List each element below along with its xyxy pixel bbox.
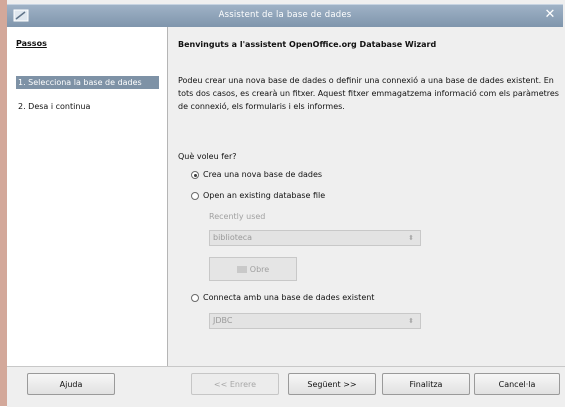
combo-arrows-icon: ⬍ [408,234,414,242]
steps-heading: Passos [16,39,47,48]
combo-arrows-icon: ⬍ [408,317,414,325]
page-title: Benvinguts a l'assistent OpenOffice.org … [178,40,437,49]
intro-text: Podeu crear una nova base de dades o def… [178,76,559,111]
cancel-button[interactable]: Cancel·la [474,373,560,395]
background-strip [0,0,7,406]
title-bar[interactable]: Assistent de la base de dades ✕ [7,4,563,28]
wizard-dialog: Assistent de la base de dades ✕ Passos 1… [7,0,565,407]
option-create-new-label: Crea una nova base de dades [203,170,323,179]
recent-files-value: biblioteca [213,233,253,242]
back-button-label: << Enrere [213,379,257,389]
recent-files-combo[interactable]: biblioteca ⬍ [209,230,421,246]
folder-open-icon [236,265,247,273]
help-button-label: Ajuda [59,379,83,389]
content-panel: Benvinguts a l'assistent OpenOffice.org … [168,27,565,366]
help-button[interactable]: Ajuda [27,373,115,395]
connection-type-value: JDBC [213,316,233,325]
option-open-existing[interactable]: Open an existing database file [191,190,325,202]
radio-open-existing[interactable] [191,192,199,200]
button-bar: Ajuda << Enrere Següent >> Finalitza Can… [7,366,565,407]
recently-used-label: Recently used [209,212,266,221]
radio-create-new[interactable] [191,171,199,179]
option-connect-existing-label: Connecta amb una base de dades existent [203,293,375,302]
finish-button-label: Finalitza [409,379,443,389]
radio-connect-existing[interactable] [191,294,199,302]
window-title: Assistent de la base de dades [218,10,352,20]
option-create-new[interactable]: Crea una nova base de dades [191,169,322,181]
open-button[interactable]: Obre [209,257,297,281]
next-button[interactable]: Següent >> [288,373,376,395]
open-button-label: Obre [249,264,270,274]
steps-panel: Passos 1. Selecciona la base de dades 2.… [7,27,168,366]
finish-button[interactable]: Finalitza [382,373,470,395]
back-button[interactable]: << Enrere [191,373,279,395]
close-icon[interactable]: ✕ [543,8,557,22]
next-button-label: Següent >> [307,379,357,389]
option-connect-existing[interactable]: Connecta amb una base de dades existent [191,292,374,304]
step-save-continue[interactable]: 2. Desa i continua [16,100,159,113]
step-select-database[interactable]: 1. Selecciona la base de dades [16,76,159,89]
connection-type-combo[interactable]: JDBC ⬍ [209,313,421,329]
cancel-button-label: Cancel·la [498,379,536,389]
question-label: Què voleu fer? [178,152,237,161]
option-open-existing-label: Open an existing database file [203,191,326,200]
